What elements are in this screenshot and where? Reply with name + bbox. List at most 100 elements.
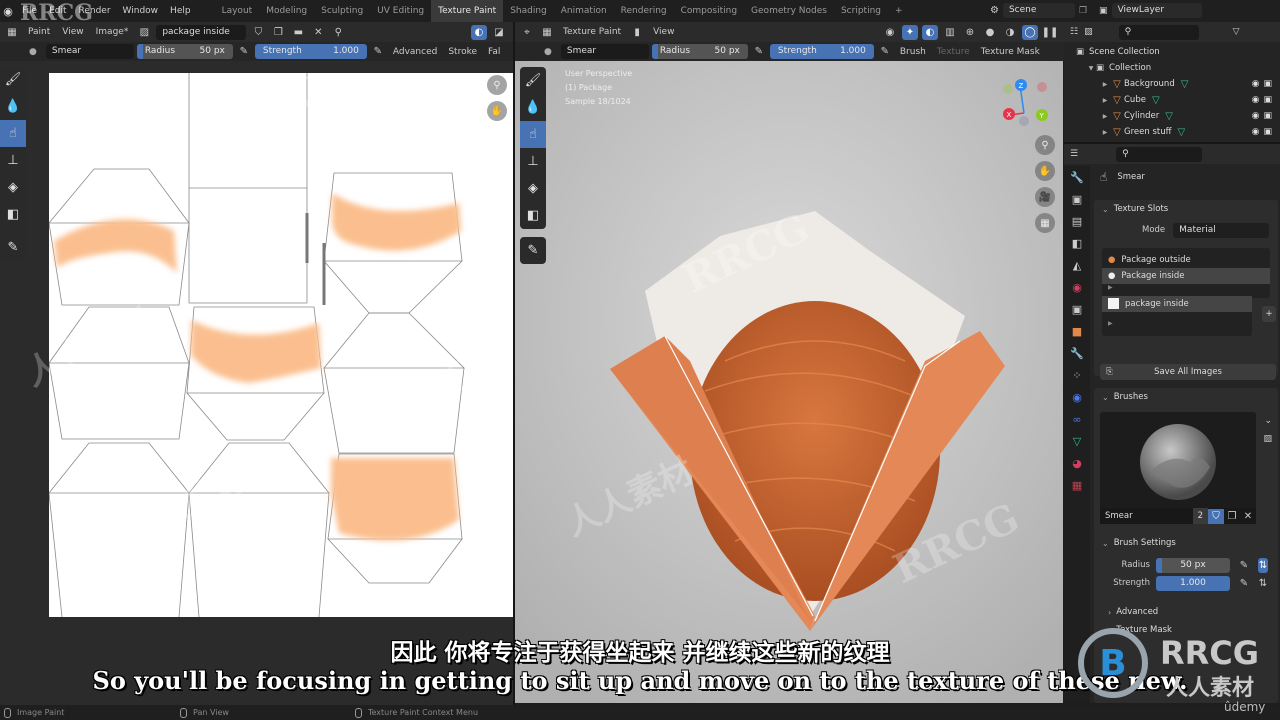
editor-type-icon[interactable]: ⌖	[519, 25, 535, 40]
properties-search[interactable]: ⚲	[1116, 146, 1203, 162]
physics-tab-icon[interactable]: ◉	[1065, 386, 1089, 408]
image-name-field[interactable]: package inside	[156, 24, 247, 40]
texture-tab-icon[interactable]: ▦	[1065, 474, 1089, 496]
display-mode-icon[interactable]: ☷	[1070, 27, 1078, 37]
pan-view-icon[interactable]: ✋	[1035, 161, 1055, 181]
mask-tool-icon[interactable]: ◧	[520, 202, 546, 229]
tab-compositing[interactable]: Compositing	[674, 0, 744, 22]
falloff-menu[interactable]: Fal	[484, 47, 504, 57]
brush-radius-slider[interactable]: 50 px	[1156, 557, 1230, 573]
camera-view-icon[interactable]: 🎥	[1035, 187, 1055, 207]
visibility-icon[interactable]: ◉	[882, 25, 898, 40]
fake-user-icon[interactable]: ⛉	[1208, 508, 1224, 524]
filter-icon[interactable]: ▽	[1233, 27, 1240, 37]
material-slot-package-inside[interactable]: ● Package inside	[1102, 268, 1270, 284]
tab-layout[interactable]: Layout	[215, 0, 260, 22]
outliner-item-green-stuff[interactable]: ▶ ▽ Green stuff ▽	[1076, 124, 1280, 140]
3d-viewport[interactable]: User Perspective (1) Package Sample 18/1…	[515, 61, 1063, 703]
constraints-tab-icon[interactable]: ∞	[1065, 408, 1089, 430]
add-workspace-button[interactable]: +	[888, 0, 910, 22]
pin-icon[interactable]: ⚲	[330, 25, 346, 40]
strength-pressure-icon[interactable]: ✎	[370, 44, 386, 59]
overlay-toggle-icon[interactable]: ◐	[471, 24, 487, 40]
image-slot-package-inside[interactable]: package inside	[1102, 295, 1252, 312]
navigation-gizmo[interactable]: Z X Y	[1000, 71, 1060, 131]
blender-logo-icon[interactable]: ◉	[0, 5, 16, 18]
outliner-item-background[interactable]: ▶ ▽ Background ▽	[1076, 76, 1280, 92]
mode-dropdown[interactable]: Material	[1173, 222, 1270, 238]
zoom-view-icon[interactable]: ⚲	[487, 75, 507, 95]
viewport-strength-slider[interactable]: Strength 1.000	[769, 44, 874, 59]
render-tab-icon[interactable]: ▣	[1065, 188, 1089, 210]
outliner-collection[interactable]: ▼▣Collection☑◉▣	[1076, 60, 1280, 76]
outliner-search[interactable]: ⚲	[1118, 24, 1199, 40]
modifier-tab-icon[interactable]: 🔧	[1065, 342, 1089, 364]
rendered-shading-icon[interactable]: ◯	[1022, 24, 1038, 40]
draw-tool-icon[interactable]: 🖌	[0, 66, 26, 93]
image-browse-icon[interactable]: ▨	[136, 25, 152, 40]
annotate-tool-icon[interactable]: ✎	[520, 237, 546, 264]
editor-type-icon[interactable]: ▦	[4, 25, 20, 40]
tab-scripting[interactable]: Scripting	[834, 0, 888, 22]
xray-icon[interactable]: ▥	[942, 25, 958, 40]
texture-slots-header[interactable]: ⌄ Texture Slots	[1094, 200, 1278, 218]
tab-sculpting[interactable]: Sculpting	[314, 0, 370, 22]
scene-selector[interactable]: Scene	[1002, 3, 1075, 18]
radius-pressure-icon[interactable]: ✎	[1236, 558, 1252, 573]
advanced-menu[interactable]: Advanced	[389, 47, 441, 57]
radius-slider[interactable]: Radius 50 px	[136, 44, 233, 59]
data-tab-icon[interactable]: ▽	[1065, 430, 1089, 452]
brush-image-icon[interactable]: ▨	[1263, 434, 1272, 444]
radius-unit-icon[interactable]: ⇅	[1258, 557, 1268, 573]
visibility-toggles[interactable]: ◉▣ ◉▣ ◉▣ ◉▣	[1252, 76, 1276, 140]
object-tab-icon[interactable]: ■	[1065, 320, 1089, 342]
soften-tool-icon[interactable]: 💧	[520, 94, 546, 121]
strength-unit-icon[interactable]: ⇅	[1258, 576, 1268, 591]
gizmo-toggle-icon[interactable]: ✦	[902, 24, 918, 40]
outliner-item-cube[interactable]: ▶ ▽ Cube ▽	[1076, 92, 1280, 108]
collection-tab-icon[interactable]: ▣	[1065, 298, 1089, 320]
texture-menu[interactable]: Texture	[933, 47, 974, 57]
outliner-scene-collection[interactable]: ▣ Scene Collection	[1076, 44, 1280, 60]
stroke-menu[interactable]: Stroke	[444, 47, 481, 57]
tab-animation[interactable]: Animation	[554, 0, 614, 22]
clone-tool-icon[interactable]: ⊥	[520, 148, 546, 175]
wireframe-shading-icon[interactable]: ⊕	[962, 25, 978, 40]
menu-file[interactable]: File	[16, 6, 43, 16]
advanced-subpanel[interactable]: › Advanced	[1094, 603, 1278, 621]
paint-menu[interactable]: Paint	[24, 27, 54, 37]
menu-help[interactable]: Help	[164, 6, 197, 16]
brush-settings-header[interactable]: ⌄ Brush Settings	[1094, 534, 1278, 552]
tab-shading[interactable]: Shading	[503, 0, 554, 22]
pan-view-icon[interactable]: ✋	[487, 101, 507, 121]
menu-edit[interactable]: Edit	[43, 6, 72, 16]
mode-selector[interactable]: Texture Paint	[559, 27, 625, 37]
menu-render[interactable]: Render	[73, 6, 117, 16]
overlays-toggle-icon[interactable]: ◐	[922, 24, 938, 40]
strength-pressure-icon[interactable]: ✎	[877, 44, 893, 59]
pause-render-icon[interactable]: ❚❚	[1042, 25, 1059, 40]
texture-paint-mode-icon[interactable]: ▦	[539, 25, 555, 40]
solid-shading-icon[interactable]: ●	[982, 25, 998, 40]
scene-icon[interactable]: ⚙	[990, 5, 999, 16]
view-layer-tab-icon[interactable]: ◧	[1065, 232, 1089, 254]
tab-uv-editing[interactable]: UV Editing	[370, 0, 431, 22]
brush-user-count[interactable]: 2	[1192, 508, 1208, 524]
brush-name-field[interactable]: Smear	[1100, 511, 1193, 521]
brushes-header[interactable]: ⌄ Brushes	[1094, 388, 1278, 406]
fake-user-icon[interactable]: ⛉	[250, 25, 266, 40]
scene-tab-icon[interactable]: ◭	[1065, 254, 1089, 276]
radius-pressure-icon[interactable]: ✎	[236, 44, 252, 59]
draw-tool-icon[interactable]: 🖌	[520, 67, 546, 94]
strength-slider[interactable]: Strength 1.000	[254, 44, 367, 59]
viewport-radius-slider[interactable]: Radius 50 px	[651, 44, 748, 59]
clone-tool-icon[interactable]: ⊥	[0, 147, 26, 174]
filter-type-icon[interactable]: ▨	[1084, 27, 1093, 37]
unlink-brush-icon[interactable]: ✕	[1240, 509, 1256, 524]
save-all-images-button[interactable]: ⎘ Save All Images	[1100, 364, 1276, 380]
particles-tab-icon[interactable]: ⁘	[1065, 364, 1089, 386]
tool-tab-icon[interactable]: 🔧	[1065, 166, 1089, 188]
brush-strength-slider[interactable]: 1.000	[1156, 575, 1230, 591]
tab-texture-paint[interactable]: Texture Paint	[431, 0, 504, 22]
display-channels-icon[interactable]: ◪	[491, 25, 507, 40]
